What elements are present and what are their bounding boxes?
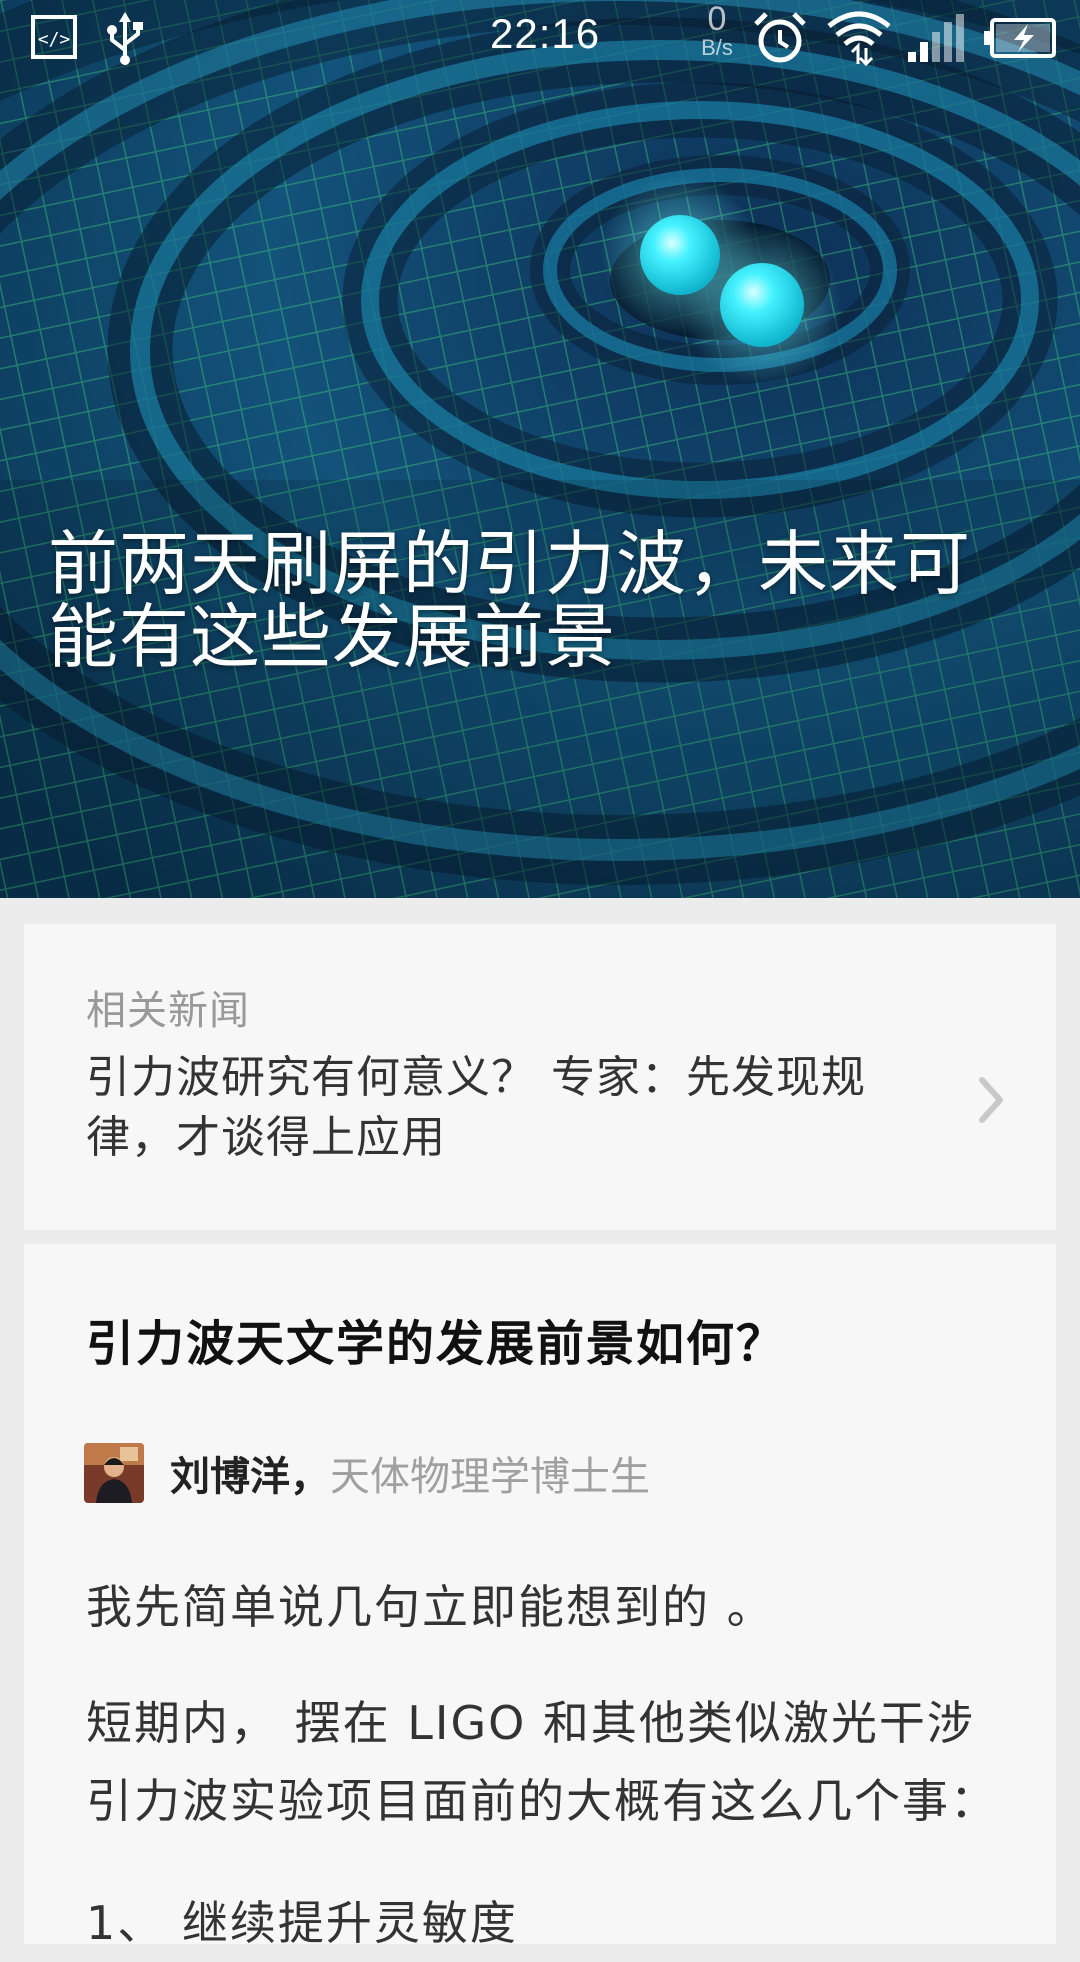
- author-line[interactable]: 刘博洋 ， 天体物理学博士生: [84, 1442, 650, 1504]
- wifi-icon: [827, 11, 891, 66]
- usb-icon: [107, 12, 143, 65]
- author-separator: ，: [290, 1454, 330, 1500]
- alarm-icon: [754, 12, 806, 63]
- network-speed-unit: B/s: [701, 35, 733, 60]
- related-news-card[interactable]: 相关新闻 引力波研究有何意义？ 专家：先发现规律，才谈得上应用: [24, 924, 1056, 1230]
- signal-icon: [908, 14, 964, 62]
- gravitational-wave-illustration: [0, 0, 1080, 898]
- status-bar: </> 22:16 0 B/s: [0, 0, 1080, 78]
- avatar[interactable]: [84, 1443, 144, 1503]
- battery-charging-icon: [984, 18, 1056, 58]
- answer-card: 引力波天文学的发展前景如何？ 刘博洋 ， 天体物理学博士生 我先简单说几句立即能…: [24, 1244, 1056, 1950]
- related-news-label: 相关新闻: [86, 988, 250, 1034]
- chevron-right-icon: [979, 1077, 1003, 1123]
- hero-banner: 前两天刷屏的引力波，未来可能有这些发展前景: [0, 0, 1080, 898]
- dev-mode-icon: </>: [31, 15, 77, 59]
- network-speed: 0 B/s: [690, 2, 744, 60]
- answer-paragraph: 短期内， 摆在 LIGO 和其他类似激光干涉引力波实验项目面前的大概有这么几个事…: [86, 1696, 998, 1828]
- article-title: 前两天刷屏的引力波，未来可能有这些发展前景: [48, 523, 971, 678]
- author-name[interactable]: 刘博洋: [170, 1444, 290, 1502]
- answer-paragraph: 我先简单说几句立即能想到的 。: [86, 1580, 775, 1634]
- svg-text:</>: </>: [38, 29, 71, 50]
- clock-time: 22:16: [490, 10, 601, 57]
- answer-paragraph: 1、 继续提升灵敏度: [86, 1896, 518, 1950]
- author-title: 天体物理学博士生: [330, 1454, 650, 1500]
- question-title[interactable]: 引力波天文学的发展前景如何？: [86, 1304, 786, 1374]
- network-speed-value: 0: [707, 0, 727, 38]
- related-news-link[interactable]: 引力波研究有何意义？ 专家：先发现规律，才谈得上应用: [86, 1048, 946, 1168]
